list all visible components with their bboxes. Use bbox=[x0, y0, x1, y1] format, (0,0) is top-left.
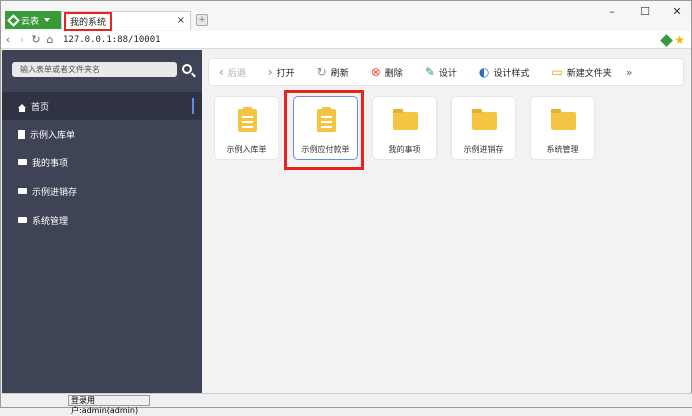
main-content: ‹ 后退 › 打开 ↻ 刷新 ⊗ 删除 ✎ 设计 ◐ 设计样式 ▭ 新建文件夹 … bbox=[202, 50, 691, 393]
browser-window: 云表 我的系统 × + – ☐ ✕ ‹ › ↻ ⌂ 127.0.0.1:88/1… bbox=[0, 0, 692, 415]
refresh-icon: ↻ bbox=[316, 65, 327, 79]
edit-icon: ✎ bbox=[424, 65, 435, 79]
delete-circle-icon: ⊗ bbox=[370, 65, 381, 79]
search-icon[interactable] bbox=[182, 64, 192, 74]
tab-my-system[interactable]: 我的系统 × bbox=[61, 11, 191, 31]
highlight-box bbox=[284, 90, 364, 170]
sidebar-item-system-admin[interactable]: 系统管理 bbox=[2, 206, 202, 234]
sidebar-item-label: 首页 bbox=[31, 102, 50, 113]
folder-icon bbox=[18, 217, 27, 223]
reload-icon[interactable]: ↻ bbox=[29, 33, 43, 46]
app-menu-tab[interactable]: 云表 bbox=[5, 11, 61, 29]
chevron-right-icon: › bbox=[267, 65, 273, 79]
tile-inventory[interactable]: 示例进销存 bbox=[451, 96, 516, 160]
favorite-star-icon[interactable]: ★ bbox=[674, 34, 685, 46]
new-tab-button[interactable]: + bbox=[196, 14, 208, 26]
delete-label: 删除 bbox=[384, 68, 403, 79]
yunbiao-logo-icon bbox=[7, 13, 20, 27]
sidebar-item-label: 示例进销存 bbox=[32, 187, 78, 198]
close-window-button[interactable]: ✕ bbox=[667, 5, 687, 19]
address-bar: ‹ › ↻ ⌂ 127.0.0.1:88/10001 ★ bbox=[1, 31, 691, 49]
toolbar: ‹ 后退 › 打开 ↻ 刷新 ⊗ 删除 ✎ 设计 ◐ 设计样式 ▭ 新建文件夹 … bbox=[208, 58, 684, 86]
back-label: 后退 bbox=[227, 68, 246, 79]
design-style-label: 设计样式 bbox=[493, 68, 530, 79]
tile-system-admin[interactable]: 系统管理 bbox=[530, 96, 595, 160]
tile-my-tasks[interactable]: 我的事项 bbox=[372, 96, 437, 160]
new-folder-button[interactable]: ▭ 新建文件夹 bbox=[551, 65, 611, 79]
design-style-button[interactable]: ◐ 设计样式 bbox=[479, 65, 530, 79]
sidebar-item-label: 我的事项 bbox=[32, 158, 69, 169]
chevron-down-icon bbox=[44, 18, 51, 22]
new-folder-label: 新建文件夹 bbox=[566, 68, 612, 79]
tile-label: 我的事项 bbox=[388, 145, 421, 154]
tile-inbound-order[interactable]: 示例入库单 bbox=[214, 96, 279, 160]
tile-label: 示例入库单 bbox=[226, 145, 267, 154]
sidebar-search-input[interactable]: 输入表单或者文件夹名 bbox=[12, 62, 177, 77]
back-button[interactable]: ‹ 后退 bbox=[219, 65, 246, 79]
active-indicator bbox=[192, 98, 194, 114]
tile-grid: 示例入库单 示例应付款单 我的事项 示例进销存 系统管理 bbox=[214, 96, 595, 160]
forward-arrow-icon[interactable]: › bbox=[15, 33, 29, 46]
minimize-button[interactable]: – bbox=[602, 5, 622, 19]
folder-icon bbox=[472, 109, 497, 130]
new-folder-icon: ▭ bbox=[551, 65, 563, 79]
toolbar-more-icon[interactable]: » bbox=[626, 66, 633, 79]
sidebar-item-inbound-order[interactable]: 示例入库单 bbox=[2, 120, 202, 148]
title-bar: 云表 我的系统 × + – ☐ ✕ bbox=[1, 1, 691, 31]
folder-icon bbox=[18, 159, 27, 165]
folder-icon bbox=[393, 109, 418, 130]
document-icon bbox=[18, 129, 25, 139]
back-arrow-icon[interactable]: ‹ bbox=[1, 33, 15, 46]
delete-button[interactable]: ⊗ 删除 bbox=[371, 65, 403, 79]
sidebar-item-label: 系统管理 bbox=[32, 216, 69, 227]
app-tab-label: 云表 bbox=[21, 16, 40, 27]
close-tab-icon[interactable]: × bbox=[177, 15, 185, 26]
refresh-label: 刷新 bbox=[330, 68, 349, 79]
extension-icon[interactable] bbox=[660, 34, 674, 47]
sidebar-item-home[interactable]: 首页 bbox=[2, 92, 202, 120]
maximize-button[interactable]: ☐ bbox=[635, 5, 655, 19]
tile-label: 系统管理 bbox=[546, 145, 579, 154]
sidebar-item-my-tasks[interactable]: 我的事项 bbox=[2, 148, 202, 176]
chevron-left-icon: ‹ bbox=[219, 65, 224, 79]
design-button[interactable]: ✎ 设计 bbox=[425, 65, 457, 79]
folder-icon bbox=[551, 109, 576, 130]
tile-label: 示例进销存 bbox=[463, 145, 504, 154]
open-label: 打开 bbox=[276, 68, 295, 79]
status-bar: 登录用户:admin(admin) bbox=[2, 393, 692, 415]
clipboard-icon bbox=[238, 107, 257, 132]
home-icon bbox=[18, 104, 26, 112]
url-field[interactable]: 127.0.0.1:88/10001 bbox=[63, 35, 161, 45]
palette-icon: ◐ bbox=[478, 65, 490, 79]
folder-icon bbox=[18, 188, 27, 194]
sidebar-item-inventory[interactable]: 示例进销存 bbox=[2, 177, 202, 205]
tab-label: 我的系统 bbox=[64, 12, 113, 31]
address-bar-extensions: ★ bbox=[660, 34, 685, 47]
login-user-status: 登录用户:admin(admin) bbox=[68, 395, 150, 415]
home-icon[interactable]: ⌂ bbox=[43, 33, 57, 46]
refresh-button[interactable]: ↻ 刷新 bbox=[317, 65, 349, 79]
design-label: 设计 bbox=[438, 68, 457, 79]
open-button[interactable]: › 打开 bbox=[268, 65, 295, 79]
sidebar: 输入表单或者文件夹名 首页 示例入库单 我的事项 示例进销存 系统管理 bbox=[2, 50, 202, 393]
sidebar-item-label: 示例入库单 bbox=[30, 130, 76, 141]
